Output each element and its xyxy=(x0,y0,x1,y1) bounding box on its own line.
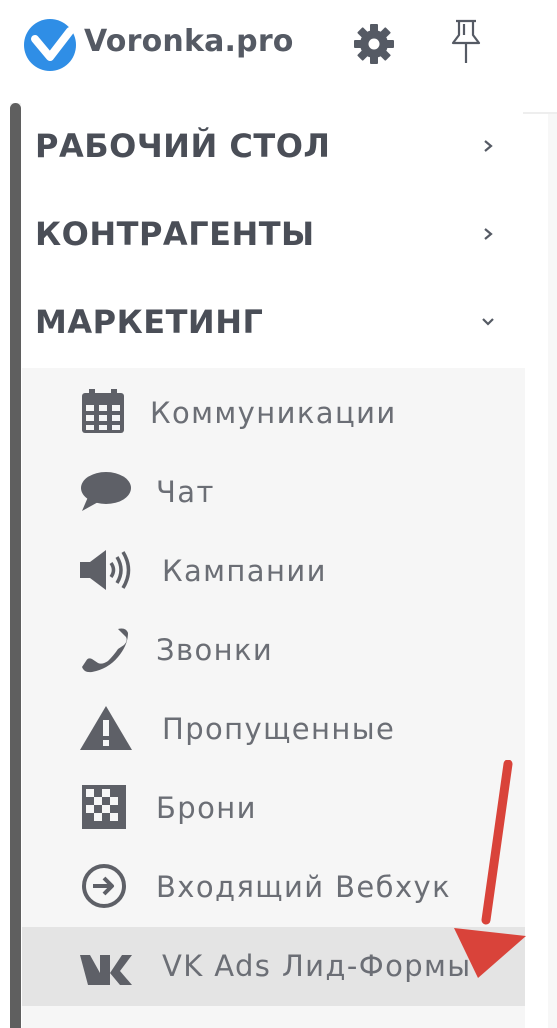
voronka-logo-icon[interactable] xyxy=(22,17,82,73)
chat-bubble-icon xyxy=(81,472,131,511)
sidebar-item-label: Кампании xyxy=(162,554,327,588)
sidebar-section-label: РАБОЧИЙ СТОЛ xyxy=(35,127,331,165)
calendar-icon xyxy=(82,389,124,433)
sidebar-item-label: Коммуникации xyxy=(150,396,397,430)
chevron-right-icon xyxy=(484,140,493,152)
megaphone-icon xyxy=(80,550,131,590)
app-header: Voronka.pro xyxy=(0,0,557,92)
sidebar-section-label: МАРКЕТИНГ xyxy=(35,303,264,341)
sidebar-item-calls[interactable]: Звонки xyxy=(22,611,525,690)
warning-icon xyxy=(80,706,132,750)
brand-name[interactable]: Voronka.pro xyxy=(84,24,294,59)
sidebar-item-communications[interactable]: Коммуникации xyxy=(22,374,525,453)
sidebar-section-desktop[interactable]: РАБОЧИЙ СТОЛ xyxy=(22,103,525,191)
gear-icon[interactable] xyxy=(352,22,396,66)
arrow-circle-right-icon xyxy=(82,864,126,908)
chevron-right-icon xyxy=(484,228,493,240)
sidebar-section-label: КОНТРАГЕНТЫ xyxy=(35,215,315,253)
sidebar-item-missed[interactable]: Пропущенные xyxy=(22,690,525,769)
vk-icon xyxy=(80,955,132,985)
sidebar-item-chat[interactable]: Чат xyxy=(22,453,525,532)
sidebar-item-label: VK Ads Лид-Формы xyxy=(162,949,472,983)
sidebar-item-campaigns[interactable]: Кампании xyxy=(22,532,525,611)
checkerboard-icon xyxy=(82,785,126,829)
sidebar-item-label: Входящий Вебхук xyxy=(156,870,451,904)
sidebar-item-label: Чат xyxy=(156,475,215,509)
sidebar-section-marketing[interactable]: МАРКЕТИНГ xyxy=(22,279,525,367)
red-arrow-icon xyxy=(454,760,526,978)
content-panel-edge xyxy=(548,114,557,1028)
sidebar-scrollbar-thumb[interactable] xyxy=(10,103,21,1028)
sidebar-item-label: Звонки xyxy=(156,633,274,667)
phone-icon xyxy=(82,628,128,673)
sidebar-section-counterparties[interactable]: КОНТРАГЕНТЫ xyxy=(22,191,525,279)
sidebar-item-label: Пропущенные xyxy=(162,712,396,746)
chevron-down-icon xyxy=(482,318,494,326)
sidebar-item-label: Брони xyxy=(156,791,257,825)
pin-icon[interactable] xyxy=(448,18,484,66)
